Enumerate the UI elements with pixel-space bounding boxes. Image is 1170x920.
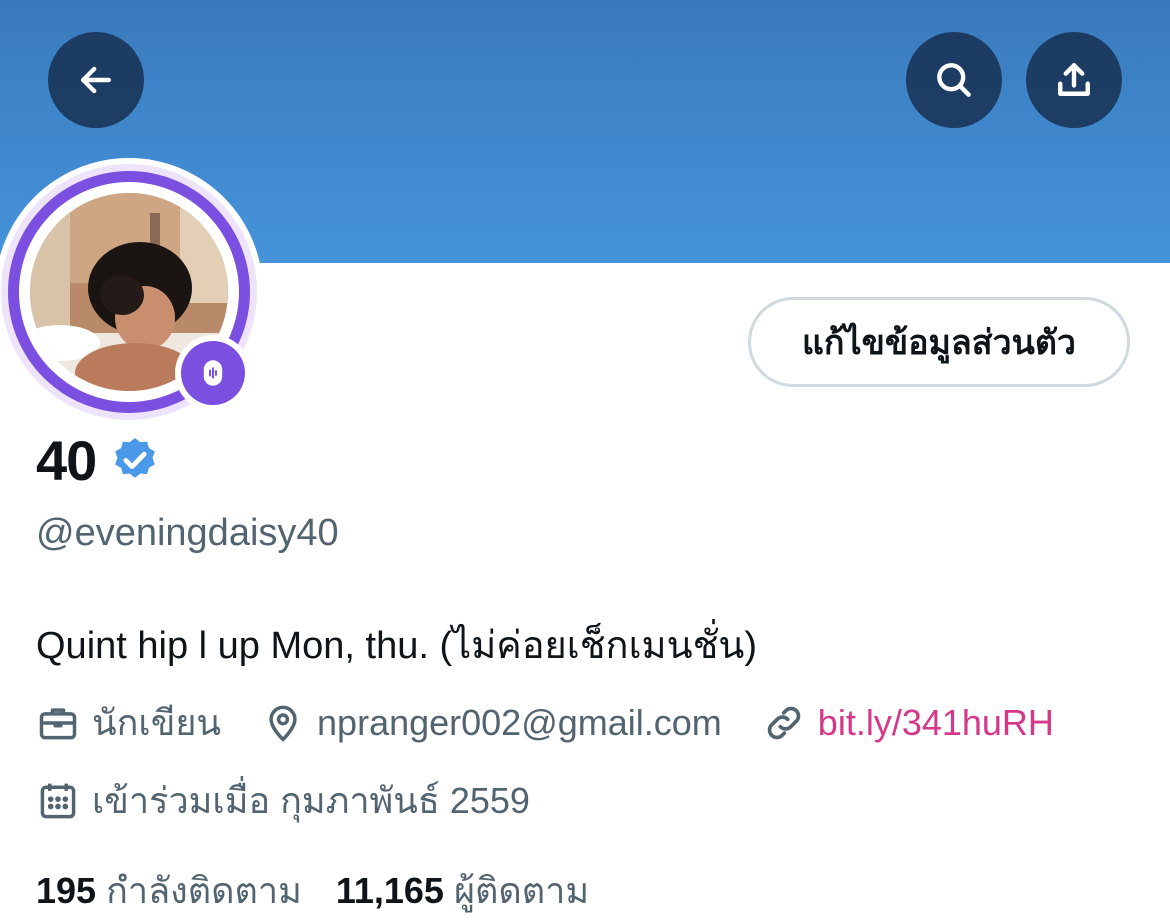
joined-row: เข้าร่วมเมื่อ กุมภาพันธ์ 2559: [36, 772, 530, 829]
spaces-badge-inner: [181, 341, 245, 405]
joined-item: เข้าร่วมเมื่อ กุมภาพันธ์ 2559: [36, 772, 530, 829]
followers-label: ผู้ติดตาม: [453, 870, 590, 911]
website-link[interactable]: bit.ly/341huRH: [818, 702, 1054, 744]
edit-profile-label: แก้ไขข้อมูลส่วนตัว: [801, 324, 1076, 362]
profile-bio: Quint hip l up Mon, thu. (ไม่ค่อยเช็กเมน…: [36, 625, 757, 667]
location-pin-icon: [269, 705, 297, 741]
joined-text: เข้าร่วมเมื่อ กุมภาพันธ์ 2559: [92, 780, 530, 821]
location-text: npranger002@gmail.com: [317, 701, 722, 743]
verified-badge-icon[interactable]: [110, 435, 160, 485]
follow-stats: 195 กำลังติดตาม 11,165 ผู้ติดตาม: [36, 862, 589, 919]
profile-handle: @eveningdaisy40: [36, 512, 339, 554]
spaces-badge[interactable]: [175, 335, 251, 411]
website-item[interactable]: bit.ly/341huRH: [762, 701, 1054, 745]
briefcase-icon: [39, 707, 77, 739]
back-button[interactable]: [48, 32, 144, 128]
search-icon: [937, 63, 971, 97]
microphone-icon: [203, 360, 223, 386]
following-label: กำลังติดตาม: [106, 870, 302, 911]
profile-meta-row: นักเขียน npranger002@gmail.com bit.ly/34…: [36, 694, 1054, 751]
search-button[interactable]: [906, 32, 1002, 128]
share-upload-icon: [1058, 63, 1090, 96]
display-name: 40: [36, 428, 97, 492]
edit-profile-button[interactable]: แก้ไขข้อมูลส่วนตัว: [748, 297, 1130, 387]
profession-item: นักเขียน: [36, 694, 221, 751]
arrow-left-icon: [80, 66, 112, 94]
share-button[interactable]: [1026, 32, 1122, 128]
location-item: npranger002@gmail.com: [261, 701, 722, 745]
link-icon: [767, 706, 801, 739]
followers-count: 11,165: [335, 870, 444, 911]
calendar-icon: [40, 783, 76, 818]
followers-stat[interactable]: 11,165 ผู้ติดตาม: [336, 862, 589, 919]
following-stat[interactable]: 195 กำลังติดตาม: [36, 862, 302, 919]
profession-text: นักเขียน: [92, 702, 222, 743]
profile-name-row: 40: [36, 425, 160, 495]
following-count: 195: [36, 870, 97, 911]
